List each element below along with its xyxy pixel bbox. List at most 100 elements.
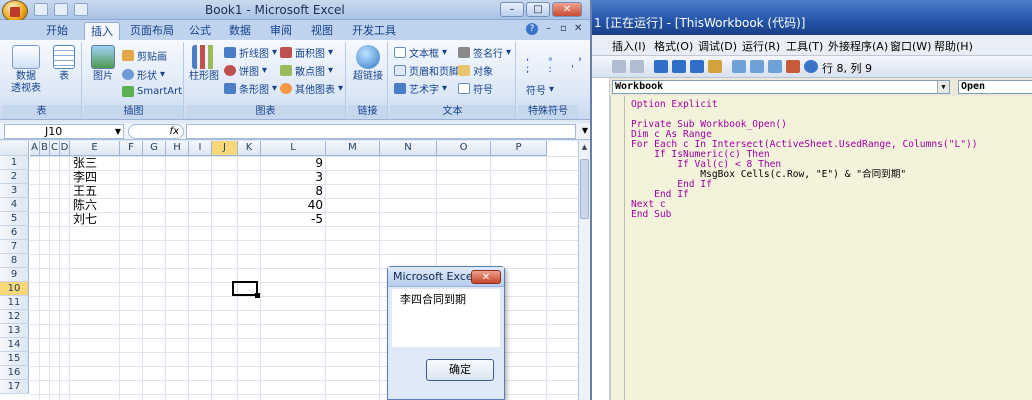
row-header-3[interactable]: 3: [0, 184, 29, 198]
table-button[interactable]: 表: [50, 45, 78, 83]
menu-format[interactable]: 格式(O): [654, 38, 693, 54]
properties-icon[interactable]: [750, 60, 764, 73]
object-browser-icon[interactable]: [768, 60, 782, 73]
tab-formulas[interactable]: 公式: [183, 22, 217, 40]
redo-icon[interactable]: [74, 3, 88, 16]
procedure-dropdown[interactable]: Open: [958, 80, 1032, 94]
cell-name[interactable]: 刘七: [73, 212, 97, 226]
design-mode-icon[interactable]: [708, 60, 722, 73]
row-header-10[interactable]: 10: [0, 282, 29, 296]
column-header-i[interactable]: I: [189, 141, 212, 156]
tab-view[interactable]: 视图: [305, 22, 339, 40]
column-header-c[interactable]: C: [50, 141, 60, 156]
cell-value[interactable]: 40: [261, 198, 323, 212]
row-header-2[interactable]: 2: [0, 170, 29, 184]
picture-button[interactable]: 图片: [88, 45, 118, 83]
column-chart-button[interactable]: 柱形图: [188, 45, 220, 83]
name-box[interactable]: J10 ▼: [4, 124, 124, 139]
object-dropdown[interactable]: Workbook ▼: [612, 80, 950, 94]
menu-run[interactable]: 运行(R): [742, 38, 780, 54]
project-explorer-icon[interactable]: [732, 60, 746, 73]
run-icon[interactable]: [654, 60, 668, 73]
column-header-e[interactable]: E: [70, 141, 120, 156]
textbox-button[interactable]: 文本框 ▾: [394, 45, 447, 60]
column-header-g[interactable]: G: [143, 141, 166, 156]
row-header-6[interactable]: 6: [0, 226, 29, 240]
ribbon-close-icon[interactable]: ✕: [574, 23, 582, 34]
scroll-up-icon[interactable]: ▲: [579, 141, 590, 153]
tab-page-layout[interactable]: 页面布局: [124, 22, 180, 40]
save-icon[interactable]: [34, 3, 48, 16]
tab-developer[interactable]: 开发工具: [346, 22, 402, 40]
column-header-a[interactable]: A: [30, 141, 40, 156]
active-cell-j10[interactable]: [232, 281, 260, 298]
column-header-b[interactable]: B: [40, 141, 50, 156]
other-chart-button[interactable]: 其他图表 ▾: [280, 81, 343, 96]
object-button[interactable]: 对象: [458, 63, 493, 78]
column-header-k[interactable]: K: [238, 141, 261, 156]
object-dropdown-arrow-icon[interactable]: ▼: [937, 81, 949, 93]
bar-chart-button[interactable]: 条形图 ▾: [224, 81, 277, 96]
cell-value[interactable]: 3: [261, 170, 323, 184]
dialog-ok-button[interactable]: 确定: [426, 359, 494, 381]
row-header-1[interactable]: 1: [0, 156, 29, 170]
area-chart-button[interactable]: 面积图 ▾: [280, 45, 333, 60]
hyperlink-button[interactable]: 超链接: [350, 45, 386, 83]
menu-addins[interactable]: 外接程序(A): [828, 38, 888, 54]
code-editor[interactable]: Option Explicit Private Sub Workbook_Ope…: [624, 96, 1032, 400]
office-button[interactable]: [2, 0, 28, 22]
row-header-13[interactable]: 13: [0, 324, 29, 338]
undo-icon[interactable]: [54, 3, 68, 16]
reset-icon[interactable]: [690, 60, 704, 73]
row-header-16[interactable]: 16: [0, 366, 29, 380]
column-header-h[interactable]: H: [166, 141, 189, 156]
row-header-5[interactable]: 5: [0, 212, 29, 226]
column-header-p[interactable]: P: [491, 141, 547, 156]
symbol-row-2[interactable]: ; : ': [526, 64, 582, 75]
smartart-button[interactable]: SmartArt: [122, 86, 182, 97]
vertical-scrollbar[interactable]: ▲: [578, 141, 590, 400]
dialog-close-button[interactable]: ✕: [471, 270, 501, 284]
formula-input[interactable]: [186, 124, 576, 139]
tab-home[interactable]: 开始: [40, 22, 74, 40]
symbol-button[interactable]: 符号: [458, 81, 493, 96]
toolbox-icon[interactable]: [786, 60, 800, 73]
row-header-15[interactable]: 15: [0, 352, 29, 366]
row-header-9[interactable]: 9: [0, 268, 29, 282]
insert-function-button[interactable]: fx: [128, 124, 184, 139]
header-footer-button[interactable]: 页眉和页脚: [394, 63, 459, 78]
row-header-17[interactable]: 17: [0, 380, 29, 394]
row-header-8[interactable]: 8: [0, 254, 29, 268]
help-icon[interactable]: [804, 60, 818, 73]
pivot-table-button[interactable]: 数据 透视表: [6, 45, 46, 95]
menu-insert[interactable]: 插入(I): [612, 38, 646, 54]
cell-name[interactable]: 王五: [73, 184, 97, 198]
pause-icon[interactable]: [672, 60, 686, 73]
pie-chart-button[interactable]: 饼图 ▾: [224, 63, 267, 78]
select-all-corner[interactable]: [0, 141, 29, 156]
special-symbol-button[interactable]: 符号 ▾: [526, 82, 554, 97]
help-icon[interactable]: ?: [526, 23, 538, 35]
scroll-thumb[interactable]: [580, 159, 589, 219]
scatter-chart-button[interactable]: 散点图 ▾: [280, 63, 333, 78]
maximize-button[interactable]: □: [526, 2, 550, 17]
row-header-11[interactable]: 11: [0, 296, 29, 310]
signature-line-button[interactable]: 签名行 ▾: [458, 45, 511, 60]
minimize-button[interactable]: –: [500, 2, 524, 17]
tab-data[interactable]: 数据: [223, 22, 257, 40]
cell-value[interactable]: -5: [261, 212, 323, 226]
column-header-n[interactable]: N: [380, 141, 437, 156]
wordart-button[interactable]: 艺术字 ▾: [394, 81, 447, 96]
line-chart-button[interactable]: 折线图 ▾: [224, 45, 277, 60]
menu-debug[interactable]: 调试(D): [698, 38, 737, 54]
row-header-14[interactable]: 14: [0, 338, 29, 352]
name-box-dropdown-icon[interactable]: ▼: [115, 125, 121, 138]
row-header-4[interactable]: 4: [0, 198, 29, 212]
menu-tools[interactable]: 工具(T): [786, 38, 823, 54]
row-header-7[interactable]: 7: [0, 240, 29, 254]
column-header-l[interactable]: L: [261, 141, 326, 156]
tab-review[interactable]: 审阅: [264, 22, 298, 40]
cell-name[interactable]: 陈六: [73, 198, 97, 212]
undo-icon[interactable]: [612, 60, 626, 73]
ribbon-minimize-icon[interactable]: –: [546, 23, 551, 34]
